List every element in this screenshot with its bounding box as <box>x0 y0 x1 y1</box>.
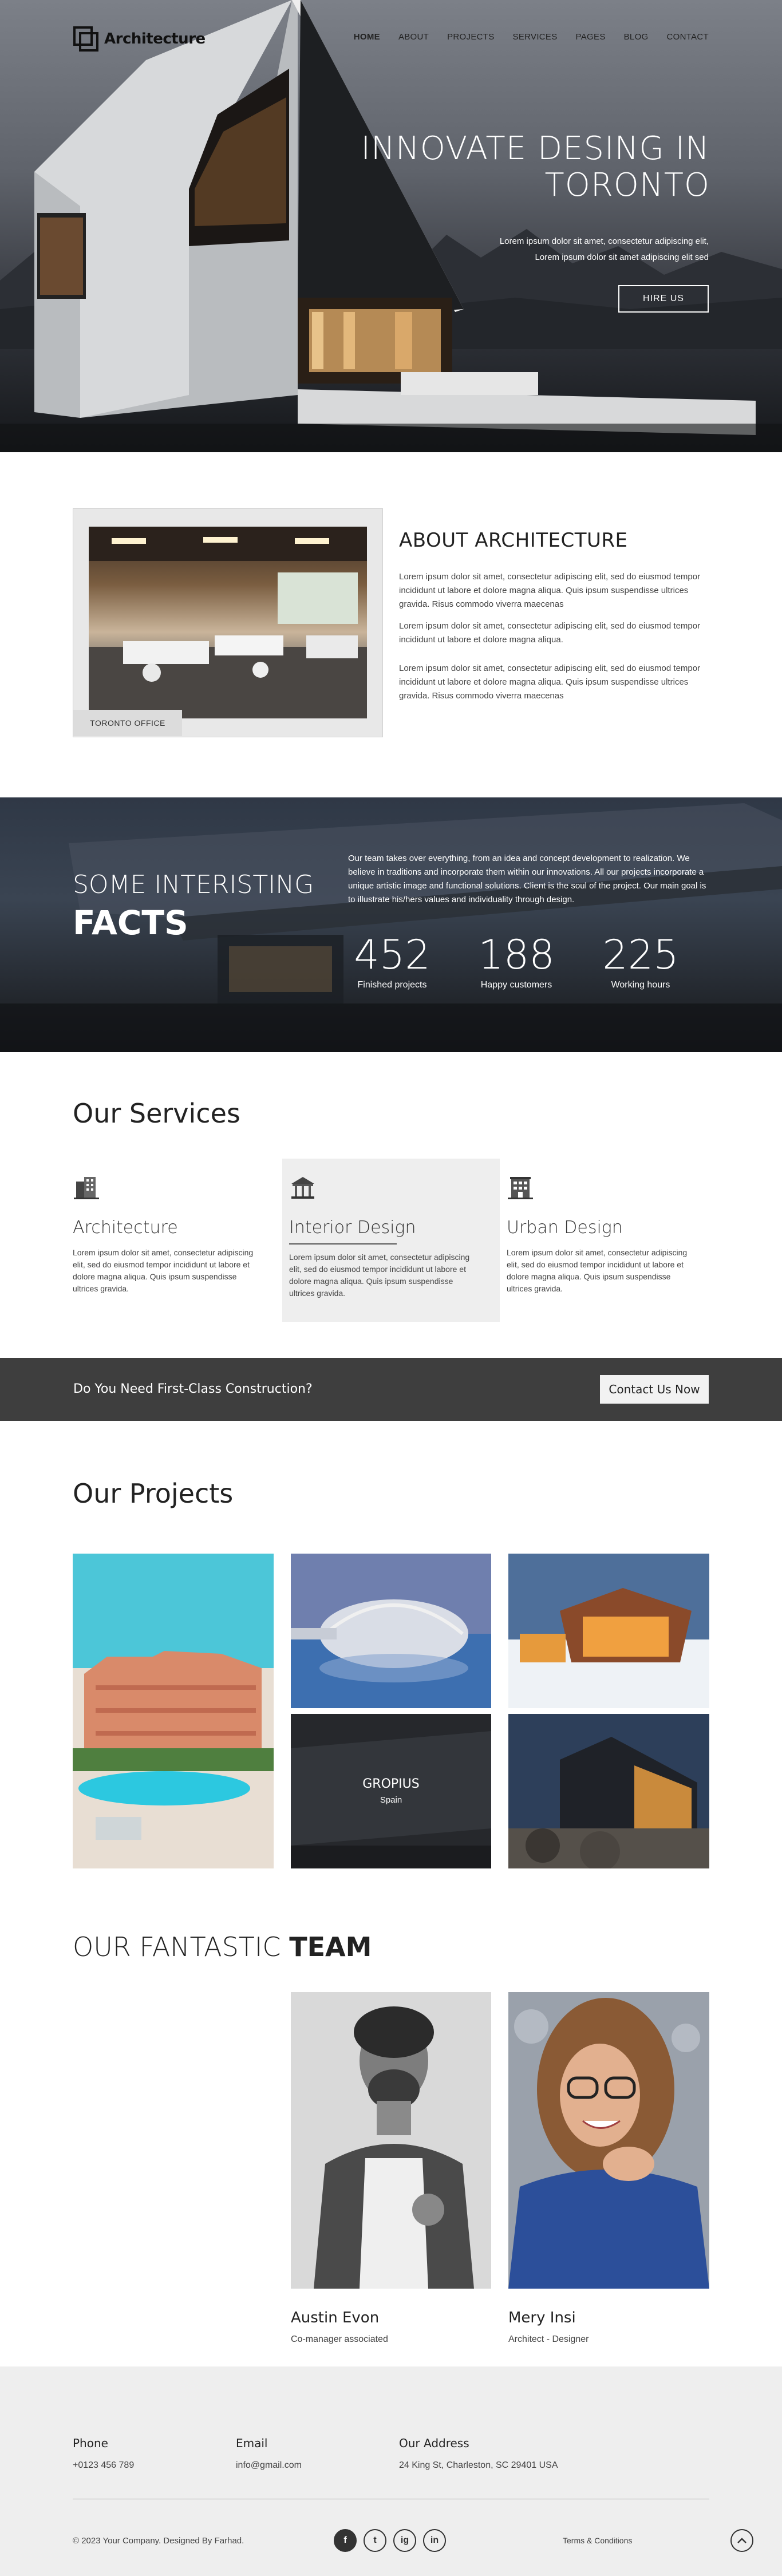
project-tile-arts-center[interactable] <box>291 1554 491 1708</box>
stat-working-hours: 225 Working hours <box>598 932 684 990</box>
facebook-icon[interactable]: f <box>334 2529 357 2552</box>
brand-logo[interactable]: Architecture <box>73 26 206 52</box>
about-paragraph-1: Lorem ipsum dolor sit amet, consectetur … <box>399 572 701 609</box>
building-icon <box>74 1177 99 1199</box>
facts-title-line1: SOME INTERISTING <box>73 870 314 899</box>
hero-section: Architecture HOME ABOUT PROJECTS SERVICE… <box>0 0 782 452</box>
stat-number: 225 <box>602 931 679 978</box>
stat-label: Happy customers <box>480 980 552 990</box>
twitter-icon[interactable]: t <box>364 2529 386 2552</box>
dark-house-illustration <box>508 1714 709 1868</box>
stat-happy-customers: 188 Happy customers <box>471 932 562 990</box>
nav-services[interactable]: SERVICES <box>513 32 558 42</box>
main-nav: HOME ABOUT PROJECTS SERVICES PAGES BLOG … <box>354 32 709 42</box>
office-photo <box>89 527 367 718</box>
hire-us-button[interactable]: HIRE US <box>618 285 709 313</box>
facts-title-line2: FACTS <box>73 903 188 942</box>
team-title-light: OUR FANTASTIC <box>73 1931 281 1962</box>
stat-number: 188 <box>478 931 555 978</box>
nav-blog[interactable]: BLOG <box>624 32 649 42</box>
squares-logo-icon <box>73 26 98 52</box>
about-paragraph-3: Lorem ipsum dolor sit amet, consectetur … <box>399 663 701 701</box>
hero-title-line1: INNOVATE DESING IN <box>361 130 710 167</box>
project-tile-resort[interactable] <box>73 1554 274 1868</box>
member-photo-mery <box>508 1992 709 2289</box>
nav-contact[interactable]: CONTACT <box>667 32 709 42</box>
office-interior-illustration <box>89 527 367 718</box>
footer-email-label: Email <box>236 2436 268 2450</box>
woman-portrait-illustration <box>508 1992 709 2289</box>
project-tile-dark-house[interactable] <box>508 1714 709 1868</box>
footer-copyright: © 2023 Your Company. Designed By Farhad. <box>73 2536 244 2546</box>
service-text: Lorem ipsum dolor sit amet, consectetur … <box>289 1253 470 1298</box>
social-links: f t ig in <box>334 2529 446 2552</box>
snow-house-illustration <box>508 1554 709 1708</box>
project-tile-gropius[interactable]: GROPIUS Spain <box>291 1714 491 1868</box>
service-card-architecture[interactable]: Architecture Lorem ipsum dolor sit amet,… <box>66 1159 283 1322</box>
man-portrait-illustration <box>291 1992 491 2289</box>
nav-home[interactable]: HOME <box>354 32 380 42</box>
footer-phone[interactable]: +0123 456 789 <box>73 2460 134 2471</box>
linkedin-icon[interactable]: in <box>423 2529 446 2552</box>
project-name: GROPIUS <box>362 1777 420 1791</box>
terms-link[interactable]: Terms & Conditions <box>563 2536 632 2545</box>
service-card-urban-design[interactable]: Urban Design Lorem ipsum dolor sit amet,… <box>500 1159 717 1322</box>
service-name: Urban Design <box>507 1218 623 1238</box>
hero-title-line2: TORONTO <box>544 167 710 204</box>
service-text: Lorem ipsum dolor sit amet, consectetur … <box>73 1248 254 1293</box>
stat-label: Finished projects <box>357 980 427 990</box>
project-tile-snow-house[interactable] <box>508 1554 709 1708</box>
service-name: Interior Design <box>289 1218 416 1238</box>
member-name-austin: Austin Evon <box>291 2309 380 2326</box>
hero-sub-line1: Lorem ipsum dolor sit amet, consectetur … <box>499 236 709 246</box>
hero-title: INNOVATE DESING IN TORONTO <box>355 131 710 204</box>
team-title-bold: TEAM <box>289 1931 372 1962</box>
about-title: ABOUT ARCHITECTURE <box>399 529 628 552</box>
cta-text: Do You Need First-Class Construction? <box>73 1382 313 1396</box>
nav-projects[interactable]: PROJECTS <box>447 32 494 42</box>
service-card-interior-design[interactable]: Interior Design Lorem ipsum dolor sit am… <box>282 1159 500 1322</box>
nav-pages[interactable]: PAGES <box>576 32 606 42</box>
footer-address-label: Our Address <box>399 2436 469 2450</box>
footer-email[interactable]: info@gmail.com <box>236 2460 302 2471</box>
services-title: Our Services <box>73 1098 240 1129</box>
member-role-mery: Architect - Designer <box>508 2334 589 2344</box>
chevron-up-icon <box>737 2538 747 2543</box>
stat-label: Working hours <box>611 980 670 990</box>
instagram-icon[interactable]: ig <box>393 2529 416 2552</box>
hero-sub-line2: Lorem ipsum dolor sit amet adipiscing el… <box>535 252 709 262</box>
member-name-mery: Mery Insi <box>508 2309 576 2326</box>
facts-description: Our team takes over everything, from an … <box>348 854 706 904</box>
stat-number: 452 <box>354 931 431 978</box>
projects-title: Our Projects <box>73 1478 234 1509</box>
hero-subtitle: Lorem ipsum dolor sit amet, consectetur … <box>411 234 709 266</box>
contact-us-button[interactable]: Contact Us Now <box>600 1375 709 1404</box>
resort-pool-illustration <box>73 1554 274 1868</box>
team-title: OUR FANTASTIC TEAM <box>73 1931 372 1962</box>
service-text: Lorem ipsum dolor sit amet, consectetur … <box>507 1248 688 1293</box>
footer-phone-label: Phone <box>73 2436 108 2450</box>
service-name: Architecture <box>73 1218 178 1238</box>
gropius-building-illustration <box>291 1714 491 1868</box>
member-role-austin: Co-manager associated <box>291 2334 388 2344</box>
project-location: Spain <box>380 1795 402 1805</box>
back-to-top-button[interactable] <box>730 2529 753 2552</box>
modern-house-illustration <box>0 0 782 452</box>
service-underline <box>289 1243 397 1244</box>
office-building-icon <box>508 1177 533 1199</box>
pavilion-icon <box>291 1177 314 1199</box>
arts-center-illustration <box>291 1554 491 1708</box>
nav-about[interactable]: ABOUT <box>398 32 429 42</box>
footer-address: 24 King St, Charleston, SC 29401 USA <box>399 2460 558 2470</box>
member-photo-austin <box>291 1992 491 2289</box>
brand-name: Architecture <box>104 30 206 48</box>
about-paragraph-2: Lorem ipsum dolor sit amet, consectetur … <box>399 621 701 645</box>
about-image-tag: TORONTO OFFICE <box>73 710 182 736</box>
stat-finished-projects: 452 Finished projects <box>349 932 435 990</box>
